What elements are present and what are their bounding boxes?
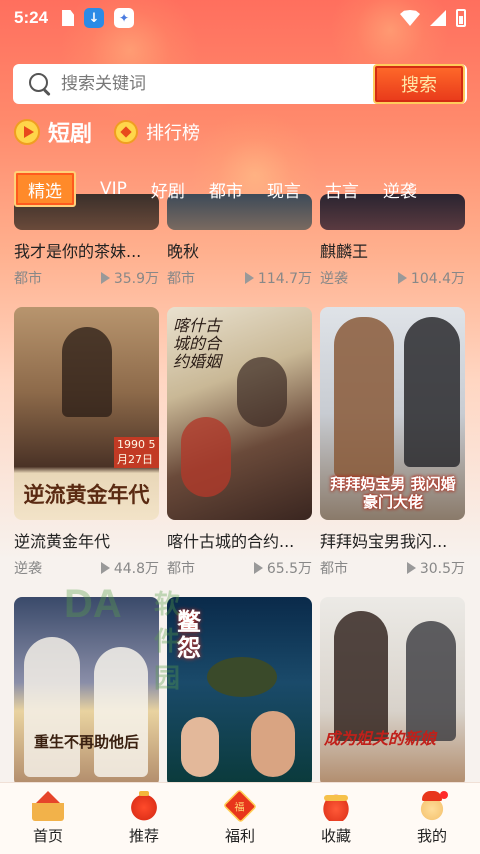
mascot-icon bbox=[416, 791, 448, 821]
signal-icon bbox=[430, 10, 446, 26]
poster-title: 拜拜妈宝男 我闪婚豪门大佬 bbox=[330, 475, 456, 511]
view-count: 104.4万 bbox=[410, 271, 465, 287]
nav-label: 首页 bbox=[32, 827, 63, 845]
drama-title: 喀什古城的合约... bbox=[167, 532, 295, 551]
rank-badge-icon bbox=[114, 120, 139, 144]
nav-home[interactable]: 首页 bbox=[3, 791, 93, 846]
watermark: DA 软件园 bbox=[64, 582, 180, 694]
play-icon bbox=[100, 272, 110, 284]
drama-card[interactable]: 我才是你的茶妹... 都市 35.9万 bbox=[14, 194, 159, 288]
poster-title: 喀什古城的合约婚姻 bbox=[173, 316, 222, 371]
drama-card[interactable]: 鳖怨 bbox=[167, 597, 312, 787]
nav-mine[interactable]: 我的 bbox=[387, 791, 477, 846]
drama-genre: 都市 bbox=[320, 561, 348, 577]
sim-card-icon bbox=[62, 10, 75, 26]
drama-genre: 逆袭 bbox=[14, 561, 42, 577]
view-count: 44.8万 bbox=[113, 561, 159, 577]
fu-icon: 福 bbox=[222, 788, 258, 824]
drama-card[interactable]: 喀什古城的合约婚姻 喀什古城的合约... 都市 65.5万 bbox=[167, 307, 312, 578]
view-count: 30.5万 bbox=[419, 561, 465, 577]
play-icon bbox=[244, 272, 254, 284]
play-icon bbox=[397, 272, 407, 284]
drama-genre: 都市 bbox=[14, 271, 42, 287]
watermark-text: 软件园 bbox=[154, 590, 181, 694]
nav-label: 福利 bbox=[224, 827, 255, 845]
category-row: 短剧 排行榜 bbox=[14, 116, 200, 148]
drama-genre: 逆袭 bbox=[320, 271, 348, 287]
bottom-nav: 首页 推荐 福 福利 收藏 我的 bbox=[0, 782, 480, 854]
poster-image: 鳖怨 bbox=[167, 597, 312, 787]
drama-title: 逆流黄金年代 bbox=[14, 532, 111, 551]
tab-good-drama[interactable]: 好剧 bbox=[151, 177, 185, 202]
fu-glyph: 福 bbox=[234, 801, 245, 814]
search-bar: 搜索 bbox=[13, 64, 467, 104]
tab-vip[interactable]: VIP bbox=[100, 179, 127, 199]
tab-urban[interactable]: 都市 bbox=[209, 177, 243, 202]
wifi-icon bbox=[400, 10, 420, 26]
poster-date: 1990 5月27日 bbox=[114, 437, 159, 468]
category-short-drama[interactable]: 短剧 bbox=[14, 116, 92, 148]
drama-title: 晚秋 bbox=[167, 242, 200, 261]
status-bar: 5:24 ↓ ✦ bbox=[0, 0, 480, 36]
lantern-icon bbox=[128, 791, 160, 821]
poster-title: 逆流黄金年代 bbox=[23, 483, 150, 507]
nav-label: 推荐 bbox=[128, 827, 159, 845]
download-icon: ↓ bbox=[84, 8, 105, 28]
poster-image: 拜拜妈宝男 我闪婚豪门大佬 bbox=[320, 307, 465, 520]
search-icon bbox=[29, 73, 51, 95]
view-count: 65.5万 bbox=[266, 561, 312, 577]
drama-card[interactable]: 拜拜妈宝男 我闪婚豪门大佬 拜拜妈宝男我闪... 都市 30.5万 bbox=[320, 307, 465, 578]
nav-label: 收藏 bbox=[320, 827, 351, 845]
drum-icon bbox=[320, 791, 352, 821]
tab-comeback[interactable]: 逆袭 bbox=[383, 177, 417, 202]
play-icon bbox=[406, 562, 416, 574]
tab-featured[interactable]: 精选 bbox=[14, 171, 76, 207]
drama-card[interactable]: 晚秋 都市 114.7万 bbox=[167, 194, 312, 288]
nav-recommend[interactable]: 推荐 bbox=[99, 791, 189, 846]
drama-card[interactable]: 1990 5月27日 逆流黄金年代 逆流黄金年代 逆袭 44.8万 bbox=[14, 307, 159, 578]
play-badge-icon bbox=[14, 119, 40, 145]
play-icon bbox=[100, 562, 110, 574]
tab-ancient-romance[interactable]: 古言 bbox=[325, 177, 359, 202]
genre-tabs: 精选 VIP 好剧 都市 现言 古言 逆袭 bbox=[14, 170, 480, 208]
search-button[interactable]: 搜索 bbox=[373, 64, 465, 104]
category-label: 排行榜 bbox=[146, 123, 201, 144]
poster-title: 鳖怨 bbox=[177, 608, 201, 662]
drama-title: 麒麟王 bbox=[320, 242, 369, 261]
nav-label: 我的 bbox=[416, 827, 447, 845]
poster-image: 1990 5月27日 逆流黄金年代 bbox=[14, 307, 159, 520]
poster-title: 重生不再助他后 bbox=[34, 733, 140, 751]
tab-modern-romance[interactable]: 现言 bbox=[267, 177, 301, 202]
nav-favorites[interactable]: 收藏 bbox=[291, 791, 381, 846]
poster-title: 成为姐夫的新娘 bbox=[324, 729, 437, 748]
view-count: 114.7万 bbox=[257, 271, 312, 287]
drama-title: 拜拜妈宝男我闪... bbox=[320, 532, 448, 551]
poster-image: 喀什古城的合约婚姻 bbox=[167, 307, 312, 520]
home-icon bbox=[32, 791, 64, 821]
drama-card[interactable]: 麒麟王 逆袭 104.4万 bbox=[320, 194, 465, 288]
app-notification-icon: ✦ bbox=[114, 8, 135, 28]
drama-card[interactable]: 成为姐夫的新娘 bbox=[320, 597, 465, 787]
watermark-logo: DA bbox=[64, 582, 122, 626]
battery-icon bbox=[456, 9, 466, 27]
nav-welfare[interactable]: 福 福利 bbox=[195, 788, 285, 846]
view-count: 35.9万 bbox=[113, 271, 159, 287]
drama-genre: 都市 bbox=[167, 561, 195, 577]
poster-image: 成为姐夫的新娘 bbox=[320, 597, 465, 787]
drama-genre: 都市 bbox=[167, 271, 195, 287]
drama-title: 我才是你的茶妹... bbox=[14, 242, 142, 261]
category-label: 短剧 bbox=[48, 122, 93, 147]
status-time: 5:24 bbox=[14, 8, 49, 27]
play-icon bbox=[253, 562, 263, 574]
category-ranking[interactable]: 排行榜 bbox=[114, 119, 200, 145]
